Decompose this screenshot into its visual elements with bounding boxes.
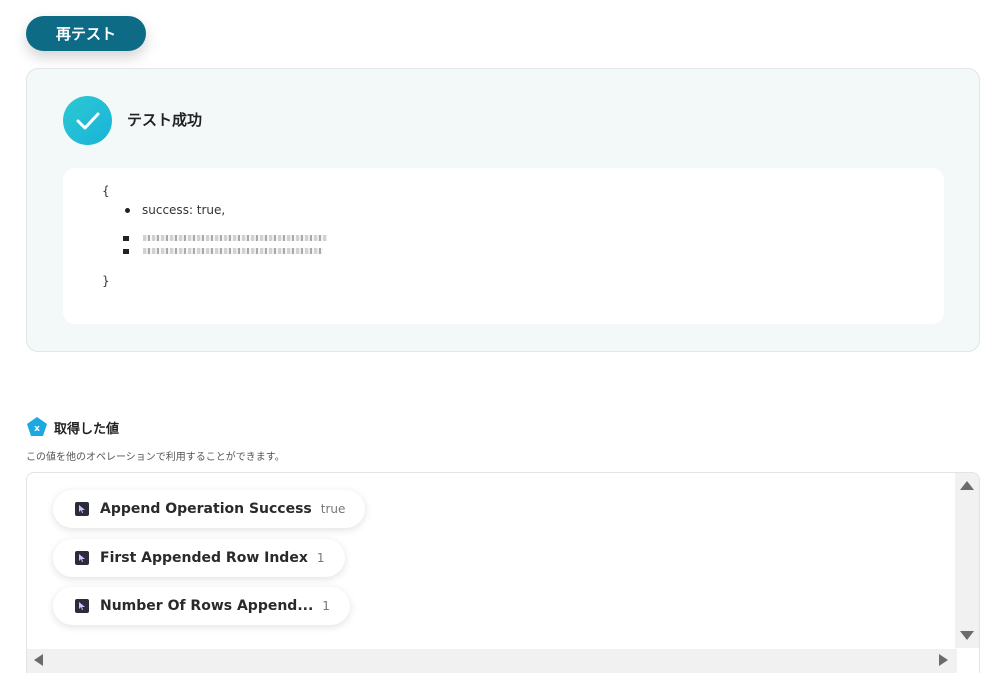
obtained-values-description: この値を他のオペレーションで利用することができます。 — [26, 452, 285, 463]
horizontal-scrollbar[interactable] — [27, 649, 957, 673]
test-result-output: { success: true, } — [63, 168, 944, 324]
test-result-panel: テスト成功 { success: true, } — [26, 68, 980, 352]
value-chip-value: 1 — [316, 551, 325, 565]
json-open-brace: { — [102, 184, 110, 198]
json-close-brace: } — [102, 274, 110, 288]
value-chip-value: true — [320, 502, 346, 516]
list-bullet — [123, 236, 129, 241]
list-bullet — [123, 249, 129, 254]
json-success-line: success: true, — [142, 203, 226, 217]
value-chip-append-operation-success[interactable]: Append Operation Success true — [53, 490, 366, 528]
value-chip-first-appended-row-index[interactable]: First Appended Row Index 1 — [53, 539, 345, 577]
obtained-values-header: x 取得した値 — [26, 416, 119, 438]
scroll-right-arrow-icon[interactable] — [939, 654, 948, 666]
scroll-down-arrow-icon[interactable] — [960, 631, 974, 640]
redacted-line — [143, 248, 323, 254]
pentagon-x-icon: x — [26, 416, 48, 438]
retest-button[interactable]: 再テスト — [26, 16, 146, 51]
value-chip-label: First Appended Row Index — [100, 550, 308, 566]
checkmark-icon — [63, 96, 112, 145]
obtained-values-list[interactable]: Append Operation Success true First Appe… — [26, 472, 980, 673]
redacted-line — [143, 235, 327, 241]
list-bullet — [125, 208, 130, 213]
test-result-title: テスト成功 — [127, 111, 203, 129]
value-chip-value: 1 — [322, 599, 330, 613]
vertical-scrollbar[interactable] — [955, 473, 979, 648]
value-chip-label: Number Of Rows Append... — [100, 598, 314, 614]
svg-text:x: x — [34, 424, 40, 434]
value-chip-label: Append Operation Success — [100, 501, 312, 517]
cursor-icon — [75, 502, 89, 516]
scroll-left-arrow-icon[interactable] — [34, 654, 43, 666]
cursor-icon — [75, 599, 89, 613]
value-chip-number-of-rows-appended[interactable]: Number Of Rows Append... 1 — [53, 587, 350, 625]
obtained-values-title: 取得した値 — [54, 421, 120, 437]
cursor-icon — [75, 551, 89, 565]
scroll-up-arrow-icon[interactable] — [960, 481, 974, 490]
